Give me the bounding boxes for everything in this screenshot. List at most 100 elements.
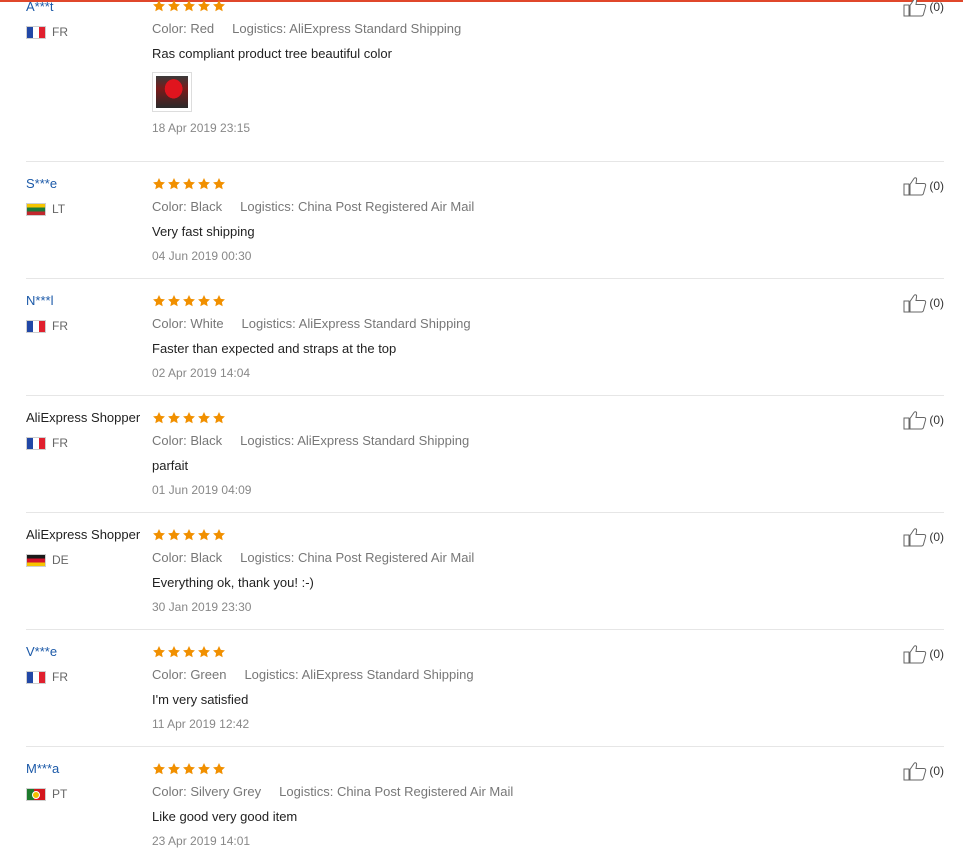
country-code: FR [52,436,68,450]
helpful-button[interactable]: (0) [903,410,944,430]
star-icon [167,762,181,776]
color-value: Red [190,21,215,36]
review-item: V***e FR Color: Green Logistics: AliExpre… [26,629,944,747]
helpful-button[interactable]: (0) [903,176,944,196]
reviewer-name[interactable]: M***a [26,761,146,777]
helpful-count: (0) [929,179,944,193]
review-item: S***e LT Color: Black Logistics: China Po… [26,161,944,279]
review-photo-thumbnail[interactable] [152,72,192,112]
logistics-value: AliExpress Standard Shipping [297,433,470,448]
helpful-count: (0) [929,530,944,544]
review-text: Faster than expected and straps at the t… [152,341,397,356]
star-rating [152,177,852,191]
reviewer-info: AliExpress Shopper FR [26,410,146,450]
star-icon [182,177,196,191]
helpful-button[interactable]: (0) [903,527,944,547]
star-icon [152,0,166,13]
reviewer-name: AliExpress Shopper [26,527,141,542]
review-date: 11 Apr 2019 12:42 [152,717,250,731]
review-text: parfait [152,458,189,473]
review-date: 18 Apr 2019 23:15 [152,121,251,135]
review-attributes: Color: Red Logistics: AliExpress Standard… [152,21,852,37]
review-text: Everything ok, thank you! :-) [152,575,314,590]
logistics-value: China Post Registered Air Mail [297,199,475,214]
review-attributes: Color: Silvery Grey Logistics: China Post… [152,784,852,800]
reviewer-info: A***t FR [26,0,146,39]
star-rating [152,294,852,308]
star-rating [152,645,852,659]
thumbs-up-icon [903,527,927,547]
review-date: 04 Jun 2019 00:30 [152,249,252,263]
star-icon [197,528,211,542]
reviewer-info: AliExpress Shopper DE [26,527,146,567]
feedback-list: A***t FR Color: Red Logistics: AliExpress… [0,0,963,852]
review-content: Color: Green Logistics: AliExpress Standa… [152,645,852,732]
helpful-count: (0) [929,296,944,310]
color-value: Black [190,199,223,214]
logistics-label: Logistics: [244,667,299,682]
country-code: FR [52,670,68,684]
star-icon [212,528,226,542]
star-icon [167,0,181,13]
helpful-button[interactable]: (0) [903,0,944,17]
reviewer-country: LT [26,202,146,216]
flag-fr-icon [26,436,46,450]
star-icon [167,645,181,659]
color-label: Color: [152,199,187,214]
star-icon [212,177,226,191]
reviewer-country: FR [26,25,146,39]
reviewer-name[interactable]: A***t [26,0,146,15]
review-attributes: Color: Black Logistics: China Post Regist… [152,199,852,215]
star-icon [152,645,166,659]
review-item: N***l FR Color: White Logistics: AliExpre… [26,278,944,396]
review-item: M***a PT Color: Silvery Grey Logistics: C… [26,746,944,852]
star-icon [182,528,196,542]
thumbs-up-icon [903,761,927,781]
star-icon [167,411,181,425]
reviewer-name[interactable]: N***l [26,293,146,309]
helpful-button[interactable]: (0) [903,761,944,781]
star-icon [152,177,166,191]
logistics-label: Logistics: [240,433,295,448]
logistics-label: Logistics: [240,550,295,565]
star-icon [212,294,226,308]
helpful-button[interactable]: (0) [903,293,944,313]
thumbs-up-icon [903,176,927,196]
color-label: Color: [152,550,187,565]
review-item: A***t FR Color: Red Logistics: AliExpress… [26,0,944,162]
country-code: LT [52,202,66,216]
star-icon [212,0,226,13]
reviewer-name[interactable]: S***e [26,176,146,192]
star-icon [212,411,226,425]
star-icon [182,0,196,13]
color-label: Color: [152,433,187,448]
review-content: Color: White Logistics: AliExpress Standa… [152,294,852,381]
thumbs-up-icon [903,410,927,430]
reviewer-info: V***e FR [26,644,146,684]
review-content: Color: Black Logistics: China Post Regist… [152,177,852,264]
review-text: Ras compliant product tree beautiful col… [152,46,392,61]
star-icon [152,762,166,776]
reviewer-name[interactable]: V***e [26,644,146,660]
star-icon [197,411,211,425]
review-item: AliExpress Shopper FR Color: Black Logist… [26,395,944,513]
flag-pt-icon [26,787,46,801]
logistics-label: Logistics: [241,316,296,331]
country-code: PT [52,787,68,801]
star-icon [197,294,211,308]
color-label: Color: [152,667,187,682]
reviewer-info: S***e LT [26,176,146,216]
star-icon [197,177,211,191]
logistics-label: Logistics: [240,199,295,214]
country-code: FR [52,25,68,39]
helpful-button[interactable]: (0) [903,644,944,664]
flag-de-icon [26,553,46,567]
thumbs-up-icon [903,293,927,313]
color-label: Color: [152,316,187,331]
review-content: Color: Black Logistics: China Post Regist… [152,528,852,615]
reviewer-country: DE [26,553,146,567]
star-icon [197,762,211,776]
review-content: Color: Silvery Grey Logistics: China Post… [152,762,852,849]
review-content: Color: Black Logistics: AliExpress Standa… [152,411,852,498]
reviewer-name: AliExpress Shopper [26,410,141,425]
